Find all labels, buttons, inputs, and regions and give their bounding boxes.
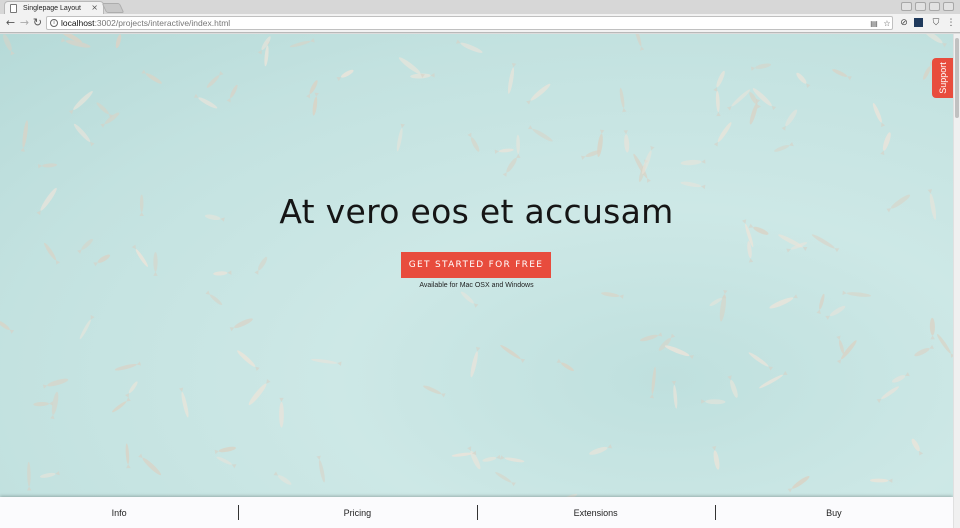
- maximize-icon[interactable]: [929, 2, 940, 11]
- hero-heading: At vero eos et accusam: [279, 192, 674, 231]
- support-label: Support: [937, 62, 948, 94]
- nav-item-extensions[interactable]: Extensions: [476, 497, 715, 528]
- hero-section: At vero eos et accusam GET STARTED FOR F…: [0, 34, 953, 528]
- scrollbar-thumb[interactable]: [955, 38, 959, 118]
- browser-chrome: Singlepage Layout × ← → ↻ i localhost:30…: [0, 0, 960, 33]
- nav-item-pricing[interactable]: Pricing: [238, 497, 476, 528]
- document-icon: [10, 3, 17, 13]
- bottom-nav: Info Pricing Extensions Buy: [0, 497, 953, 528]
- tab-strip: Singlepage Layout ×: [0, 0, 960, 14]
- minimize-icon[interactable]: [915, 2, 926, 11]
- window-controls: [901, 2, 954, 11]
- tab-title: Singlepage Layout: [23, 4, 81, 12]
- user-icon[interactable]: [901, 2, 912, 11]
- nav-item-buy[interactable]: Buy: [714, 497, 953, 528]
- address-bar[interactable]: i localhost:3002/projects/interactive/in…: [46, 16, 893, 30]
- shield-icon[interactable]: ⛉: [930, 17, 942, 29]
- support-tab[interactable]: Support: [932, 58, 953, 98]
- get-started-button[interactable]: GET STARTED FOR FREE: [401, 252, 551, 278]
- forward-icon[interactable]: →: [18, 16, 31, 29]
- availability-text: Available for Mac OSX and Windows: [419, 282, 534, 289]
- dark-square-icon[interactable]: [914, 18, 923, 27]
- back-icon[interactable]: ←: [4, 16, 17, 29]
- info-icon[interactable]: i: [50, 19, 58, 27]
- scrollbar[interactable]: [953, 34, 960, 528]
- fish-background-image: [0, 34, 953, 510]
- new-tab-button[interactable]: [101, 3, 125, 13]
- browser-toolbar: ← → ↻ i localhost:3002/projects/interact…: [0, 14, 960, 33]
- close-tab-icon[interactable]: ×: [91, 3, 98, 13]
- browser-tab[interactable]: Singlepage Layout ×: [4, 1, 104, 14]
- translate-icon[interactable]: ▤: [869, 19, 879, 29]
- block-icon[interactable]: ⊘: [898, 17, 910, 29]
- reload-icon[interactable]: ↻: [31, 16, 44, 29]
- star-icon[interactable]: ☆: [882, 19, 892, 29]
- close-window-icon[interactable]: [943, 2, 954, 11]
- page-viewport: At vero eos et accusam GET STARTED FOR F…: [0, 34, 953, 528]
- menu-icon[interactable]: ⋮: [945, 17, 957, 29]
- nav-item-info[interactable]: Info: [0, 497, 238, 528]
- url-text: localhost:3002/projects/interactive/inde…: [61, 18, 231, 28]
